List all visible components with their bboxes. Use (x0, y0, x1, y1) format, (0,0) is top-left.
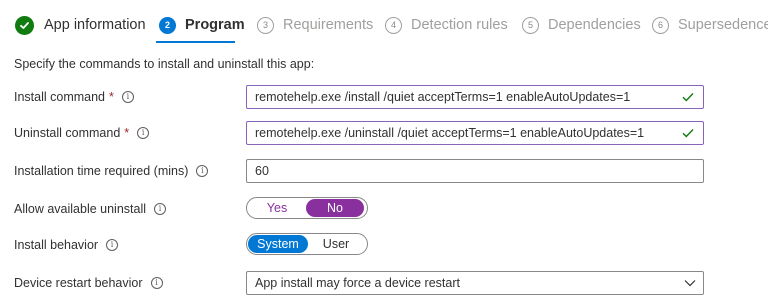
step-supersedence[interactable]: 6 Supersedence (652, 14, 768, 36)
step-label: Dependencies (548, 17, 641, 33)
step-program[interactable]: 2 Program (159, 14, 245, 36)
restart-behavior-label: Device restart behavior i (14, 271, 163, 295)
info-icon[interactable]: i (154, 203, 167, 215)
install-command-label: Install command * i (14, 85, 134, 109)
intro-text: Specify the commands to install and unin… (14, 57, 315, 71)
step-number: 4 (385, 16, 402, 34)
active-step-underline (156, 41, 235, 43)
restart-behavior-row: Device restart behavior i App install ma… (0, 271, 768, 295)
check-circle-icon (15, 15, 34, 35)
wizard-steps: App information 2 Program 3 Requirements… (0, 0, 768, 50)
step-label: Detection rules (411, 17, 508, 33)
toggle-option-user[interactable]: User (308, 235, 364, 253)
install-command-value: remotehelp.exe /install /quiet acceptTer… (255, 90, 631, 104)
uninstall-command-row: Uninstall command * i remotehelp.exe /un… (0, 121, 768, 145)
required-marker: * (109, 90, 114, 104)
toggle-option-no[interactable]: No (306, 199, 364, 217)
label-text: Installation time required (mins) (14, 164, 189, 178)
label-text: Install behavior (14, 238, 99, 252)
uninstall-command-label: Uninstall command * i (14, 121, 150, 145)
step-number: 5 (522, 16, 539, 34)
install-time-row: Installation time required (mins) i 60 (0, 159, 768, 183)
step-number: 6 (652, 16, 669, 34)
uninstall-command-input[interactable]: remotehelp.exe /uninstall /quiet acceptT… (246, 121, 704, 145)
info-icon[interactable]: i (121, 91, 134, 103)
toggle-option-system[interactable]: System (248, 235, 308, 253)
install-behavior-row: Install behavior i System User (0, 233, 768, 257)
step-dependencies[interactable]: 5 Dependencies (522, 14, 641, 36)
label-text: Uninstall command (14, 126, 121, 140)
restart-behavior-dropdown[interactable]: App install may force a device restart (246, 271, 704, 295)
allow-uninstall-toggle[interactable]: Yes No (246, 197, 368, 219)
label-text: Allow available uninstall (14, 202, 147, 216)
info-icon[interactable]: i (106, 239, 119, 251)
checkmark-icon (677, 92, 699, 102)
install-time-label: Installation time required (mins) i (14, 159, 209, 183)
uninstall-command-value: remotehelp.exe /uninstall /quiet acceptT… (255, 126, 645, 140)
install-command-row: Install command * i remotehelp.exe /inst… (0, 85, 768, 109)
install-time-value: 60 (255, 164, 269, 178)
step-app-information[interactable]: App information (15, 14, 146, 36)
install-command-input[interactable]: remotehelp.exe /install /quiet acceptTer… (246, 85, 704, 109)
allow-uninstall-label: Allow available uninstall i (14, 197, 167, 221)
label-text: Install command (14, 90, 106, 104)
info-icon[interactable]: i (196, 165, 209, 177)
step-requirements[interactable]: 3 Requirements (257, 14, 373, 36)
step-label: App information (44, 17, 146, 33)
chevron-down-icon (677, 279, 703, 287)
allow-uninstall-row: Allow available uninstall i Yes No (0, 197, 768, 221)
step-number: 3 (257, 16, 274, 34)
install-behavior-label: Install behavior i (14, 233, 119, 257)
step-label: Requirements (283, 17, 374, 33)
install-time-input[interactable]: 60 (246, 159, 704, 183)
required-marker: * (124, 126, 130, 140)
restart-behavior-value: App install may force a device restart (255, 276, 460, 290)
step-detection-rules[interactable]: 4 Detection rules (385, 14, 508, 36)
step-label: Supersedence (678, 17, 768, 33)
install-behavior-toggle[interactable]: System User (246, 233, 368, 255)
toggle-option-yes[interactable]: Yes (248, 199, 306, 217)
label-text: Device restart behavior (14, 276, 143, 290)
step-number: 2 (159, 16, 176, 34)
info-icon[interactable]: i (137, 127, 150, 139)
info-icon[interactable]: i (150, 277, 163, 289)
checkmark-icon (677, 128, 699, 138)
step-label: Program (185, 17, 245, 33)
